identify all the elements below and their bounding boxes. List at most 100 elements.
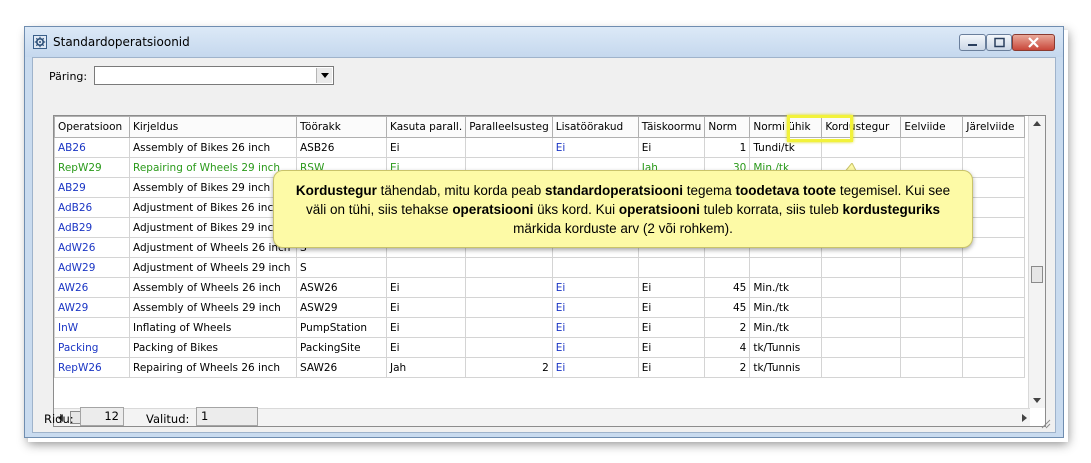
cell-kordustegur[interactable]	[821, 317, 902, 338]
col-header-lisatoorakud[interactable]: Lisatöörakud	[551, 116, 639, 138]
cell-normi-uhik[interactable]	[749, 257, 823, 278]
maximize-button[interactable]	[986, 34, 1012, 51]
cell-paralleelsusteg[interactable]	[465, 337, 553, 358]
cell-paralleelsusteg[interactable]	[465, 137, 553, 158]
cell-jarelviide[interactable]	[962, 337, 1026, 358]
cell-paralleelsusteg[interactable]	[465, 297, 553, 318]
cell-kasuta-parall[interactable]: Ei	[385, 137, 467, 158]
cell-lisatoorakud[interactable]: Ei	[551, 297, 639, 318]
cell-norm[interactable]: 2	[704, 317, 751, 338]
cell-eelviide[interactable]	[900, 137, 964, 158]
cell-jarelviide[interactable]	[962, 137, 1026, 158]
cell-kasuta-parall[interactable]	[385, 257, 467, 278]
table-row[interactable]: AB26 Assembly of Bikes 26 inch ASB26 Ei Ei Ei…	[54, 137, 1026, 158]
cell-operatsioon[interactable]: InW	[54, 317, 130, 338]
cell-lisatoorakud[interactable]: Ei	[551, 317, 639, 338]
cell-norm[interactable]: 45	[704, 277, 751, 298]
cell-kirjeldus[interactable]: Assembly of Wheels 29 inch	[129, 297, 297, 318]
cell-kirjeldus[interactable]: Assembly of Bikes 26 inch	[129, 137, 297, 158]
cell-kirjeldus[interactable]: Repairing of Wheels 29 inch	[129, 157, 297, 178]
cell-eelviide[interactable]	[900, 297, 964, 318]
cell-eelviide[interactable]	[900, 277, 964, 298]
cell-toorakk[interactable]: PackingSite	[296, 337, 387, 358]
cell-norm[interactable]	[704, 257, 751, 278]
cell-taiskoormus[interactable]: Ei	[637, 297, 706, 318]
cell-taiskoormus[interactable]	[637, 257, 706, 278]
cell-kordustegur[interactable]	[821, 277, 902, 298]
cell-norm[interactable]: 45	[704, 297, 751, 318]
cell-lisatoorakud[interactable]: Ei	[551, 137, 639, 158]
cell-taiskoormus[interactable]: Ei	[637, 317, 706, 338]
cell-lisatoorakud[interactable]	[551, 257, 639, 278]
cell-operatsioon[interactable]: AW26	[54, 277, 130, 298]
cell-kordustegur[interactable]	[821, 257, 902, 278]
cell-operatsioon[interactable]: AW29	[54, 297, 130, 318]
cell-operatsioon[interactable]: AB29	[54, 177, 130, 198]
query-dropdown[interactable]	[94, 66, 334, 85]
cell-jarelviide[interactable]	[962, 317, 1026, 338]
cell-taiskoormus[interactable]: Ei	[637, 337, 706, 358]
operations-grid[interactable]: Operatsioon Kirjeldus Töörakk Kasuta par…	[53, 115, 1046, 427]
cell-operatsioon[interactable]: Packing	[54, 337, 130, 358]
table-row[interactable]: InW Inflating of Wheels PumpStation Ei Ei Ei 2…	[54, 317, 1026, 338]
cell-kirjeldus[interactable]: Assembly of Wheels 26 inch	[129, 277, 297, 298]
cell-jarelviide[interactable]	[962, 157, 1026, 178]
cell-paralleelsusteg[interactable]	[465, 317, 553, 338]
cell-kordustegur[interactable]	[821, 297, 902, 318]
cell-operatsioon[interactable]: AdW29	[54, 257, 130, 278]
scroll-up-arrow-icon[interactable]	[1033, 121, 1041, 126]
cell-jarelviide[interactable]	[962, 277, 1026, 298]
cell-paralleelsusteg[interactable]	[465, 277, 553, 298]
cell-norm[interactable]: 4	[704, 337, 751, 358]
cell-norm[interactable]: 1	[704, 137, 751, 158]
cell-kasuta-parall[interactable]: Jah	[385, 357, 467, 378]
dropdown-arrow-button[interactable]	[316, 68, 332, 83]
cell-eelviide[interactable]	[900, 317, 964, 338]
table-row[interactable]: AdW29 Adjustment of Wheels 29 inch S	[54, 257, 1026, 278]
col-header-norm[interactable]: Norm	[704, 116, 751, 138]
cell-normi-uhik[interactable]: tk/Tunnis	[749, 357, 823, 378]
cell-taiskoormus[interactable]: Ei	[637, 357, 706, 378]
cell-paralleelsusteg[interactable]	[465, 257, 553, 278]
col-header-jarelviide[interactable]: Järelviide	[962, 116, 1026, 138]
cell-kordustegur[interactable]	[821, 337, 902, 358]
cell-kirjeldus[interactable]: Inflating of Wheels	[129, 317, 297, 338]
cell-lisatoorakud[interactable]: Ei	[551, 357, 639, 378]
table-row[interactable]: Packing Packing of Bikes PackingSite Ei Ei Ei…	[54, 337, 1026, 358]
cell-lisatoorakud[interactable]: Ei	[551, 277, 639, 298]
cell-kasuta-parall[interactable]: Ei	[385, 337, 467, 358]
cell-toorakk[interactable]: ASW29	[296, 297, 387, 318]
col-header-kasuta-parall[interactable]: Kasuta parall.	[385, 116, 467, 138]
cell-kirjeldus[interactable]: Adjustment of Bikes 29 inch	[129, 217, 297, 238]
table-row[interactable]: AW26 Assembly of Wheels 26 inch ASW26 Ei Ei E…	[54, 277, 1026, 298]
title-bar[interactable]: Standardoperatsioonid	[25, 27, 1063, 57]
cell-toorakk[interactable]: ASB26	[296, 137, 387, 158]
cell-operatsioon[interactable]: RepW29	[54, 157, 130, 178]
cell-kordustegur[interactable]	[821, 357, 902, 378]
cell-toorakk[interactable]: ASW26	[296, 277, 387, 298]
minimize-button[interactable]	[959, 34, 986, 51]
cell-eelviide[interactable]	[900, 357, 964, 378]
table-row[interactable]: RepW26 Repairing of Wheels 26 inch SAW26 Ja…	[54, 357, 1026, 378]
cell-kasuta-parall[interactable]: Ei	[385, 297, 467, 318]
close-button[interactable]	[1012, 34, 1055, 51]
col-header-eelviide[interactable]: Eelviide	[900, 116, 964, 138]
col-header-toorakk[interactable]: Töörakk	[296, 116, 387, 138]
cell-kirjeldus[interactable]: Repairing of Wheels 26 inch	[129, 357, 297, 378]
cell-paralleelsusteg[interactable]: 2	[465, 357, 553, 378]
cell-normi-uhik[interactable]: tk/Tunnis	[749, 337, 823, 358]
cell-kasuta-parall[interactable]: Ei	[385, 277, 467, 298]
cell-jarelviide[interactable]	[962, 257, 1026, 278]
cell-kasuta-parall[interactable]: Ei	[385, 317, 467, 338]
cell-toorakk[interactable]: PumpStation	[296, 317, 387, 338]
col-header-operatsioon[interactable]: Operatsioon	[54, 116, 130, 138]
cell-kirjeldus[interactable]: Assembly of Bikes 29 inch	[129, 177, 297, 198]
cell-normi-uhik[interactable]: Min./tk	[749, 277, 823, 298]
cell-normi-uhik[interactable]: Min./tk	[749, 317, 823, 338]
col-header-paralleelsusteg[interactable]: Paralleelsusteg	[465, 116, 553, 138]
cell-eelviide[interactable]	[900, 257, 964, 278]
resize-grip-icon[interactable]	[1039, 417, 1051, 429]
cell-kirjeldus[interactable]: Packing of Bikes	[129, 337, 297, 358]
cell-normi-uhik[interactable]: Min./tk	[749, 297, 823, 318]
cell-operatsioon[interactable]: AB26	[54, 137, 130, 158]
